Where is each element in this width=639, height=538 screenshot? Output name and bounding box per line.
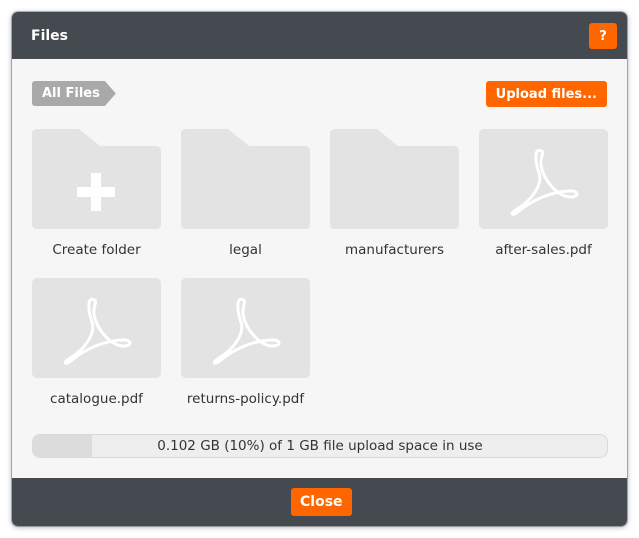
folder-tile-manufacturers[interactable]: manufacturers	[330, 129, 459, 258]
pdf-icon	[32, 278, 161, 378]
dialog-header: Files ?	[12, 12, 627, 59]
tile-label: legal	[229, 242, 262, 258]
create-folder-tile[interactable]: Create folder	[32, 129, 161, 258]
tile-label: manufacturers	[345, 242, 444, 258]
pdf-icon	[181, 278, 310, 378]
tile-label: after-sales.pdf	[495, 242, 592, 258]
upload-files-button[interactable]: Upload files...	[485, 81, 607, 107]
breadcrumb-all-files[interactable]: All Files	[32, 81, 116, 106]
folder-tile-legal[interactable]: legal	[181, 129, 310, 258]
add-folder-icon	[32, 129, 161, 229]
file-tile-returns-policy[interactable]: returns-policy.pdf	[181, 278, 310, 407]
file-tile-after-sales[interactable]: after-sales.pdf	[479, 129, 608, 258]
storage-usage-text: 0.102 GB (10%) of 1 GB file upload space…	[157, 438, 483, 454]
folder-icon	[181, 129, 310, 229]
close-button[interactable]: Close	[291, 488, 352, 516]
help-button[interactable]: ?	[589, 23, 617, 49]
dialog-footer: Close	[12, 478, 627, 526]
dialog-title: Files	[31, 28, 68, 44]
storage-usage-bar: 0.102 GB (10%) of 1 GB file upload space…	[32, 434, 608, 458]
tile-label: returns-policy.pdf	[186, 391, 305, 407]
tile-label: catalogue.pdf	[50, 391, 143, 407]
folder-icon	[330, 129, 459, 229]
file-tile-catalogue[interactable]: catalogue.pdf	[32, 278, 161, 407]
tile-label: Create folder	[52, 242, 141, 258]
pdf-icon	[479, 129, 608, 229]
files-dialog: Files ? All Files Upload files... Create…	[12, 12, 627, 526]
